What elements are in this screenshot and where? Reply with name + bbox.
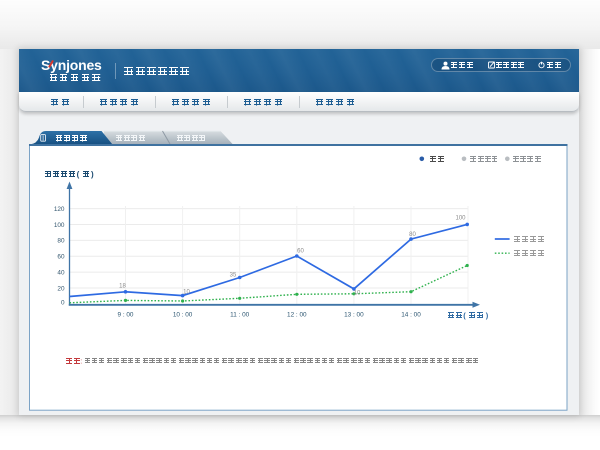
- svg-text:12 : 00: 12 : 00: [287, 311, 307, 318]
- svg-text:10: 10: [183, 290, 190, 296]
- svg-text::: :: [80, 358, 82, 365]
- svg-text:): ): [91, 170, 94, 179]
- svg-text:9 : 00: 9 : 00: [118, 311, 134, 318]
- svg-text:35: 35: [230, 273, 237, 279]
- svg-text:18: 18: [119, 284, 126, 290]
- svg-text:40: 40: [57, 269, 65, 276]
- svg-text:14 : 00: 14 : 00: [401, 311, 421, 318]
- svg-text:11 : 00: 11 : 00: [230, 311, 250, 318]
- svg-text:(: (: [77, 170, 80, 179]
- svg-text:100: 100: [54, 222, 65, 229]
- svg-text:0: 0: [61, 299, 65, 306]
- svg-text:100: 100: [455, 216, 466, 222]
- svg-text:80: 80: [409, 232, 416, 238]
- svg-text:60: 60: [297, 249, 304, 255]
- svg-text:60: 60: [57, 254, 65, 261]
- svg-text:80: 80: [57, 238, 65, 245]
- svg-text:10 : 00: 10 : 00: [173, 311, 193, 318]
- svg-text:13 : 00: 13 : 00: [344, 311, 364, 318]
- svg-text:20: 20: [57, 285, 65, 292]
- svg-text:10: 10: [354, 291, 361, 297]
- svg-text:120: 120: [54, 206, 65, 213]
